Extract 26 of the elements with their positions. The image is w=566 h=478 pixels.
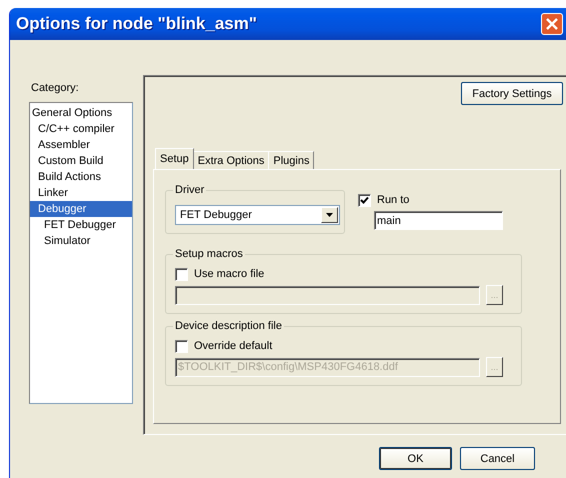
- driver-dropdown[interactable]: FET Debugger: [175, 205, 340, 225]
- category-label: Category:: [30, 81, 80, 96]
- category-item[interactable]: Assembler: [30, 137, 132, 153]
- tab[interactable]: Setup: [155, 148, 194, 169]
- checkbox[interactable]: [358, 194, 371, 206]
- group-label: Device description file: [174, 320, 283, 332]
- dialog-button[interactable]: OK: [379, 447, 452, 470]
- category-item[interactable]: Linker: [30, 185, 132, 201]
- checkbox-label[interactable]: Run to: [377, 194, 410, 206]
- category-item[interactable]: C/C++ compiler: [30, 121, 132, 137]
- category-item[interactable]: Simulator: [30, 233, 132, 249]
- tab[interactable]: Plugins: [268, 151, 314, 169]
- category-item[interactable]: Custom Build: [30, 153, 132, 169]
- group-label: Driver: [174, 184, 206, 196]
- run-to-field[interactable]: main: [374, 211, 503, 230]
- factory-settings-button[interactable]: Factory Settings: [461, 82, 563, 105]
- category-item[interactable]: Build Actions: [30, 169, 132, 185]
- window-title: Options for node "blink_asm": [16, 14, 257, 34]
- category-item[interactable]: FET Debugger: [30, 217, 132, 233]
- close-icon[interactable]: [541, 13, 563, 35]
- caret-icon: [326, 213, 333, 217]
- group-label: Setup macros: [174, 248, 244, 260]
- category-item[interactable]: Debugger: [30, 201, 132, 217]
- category-item[interactable]: General Options: [30, 105, 132, 121]
- tab[interactable]: Extra Options: [192, 151, 270, 169]
- dialog-button[interactable]: Cancel: [460, 447, 535, 470]
